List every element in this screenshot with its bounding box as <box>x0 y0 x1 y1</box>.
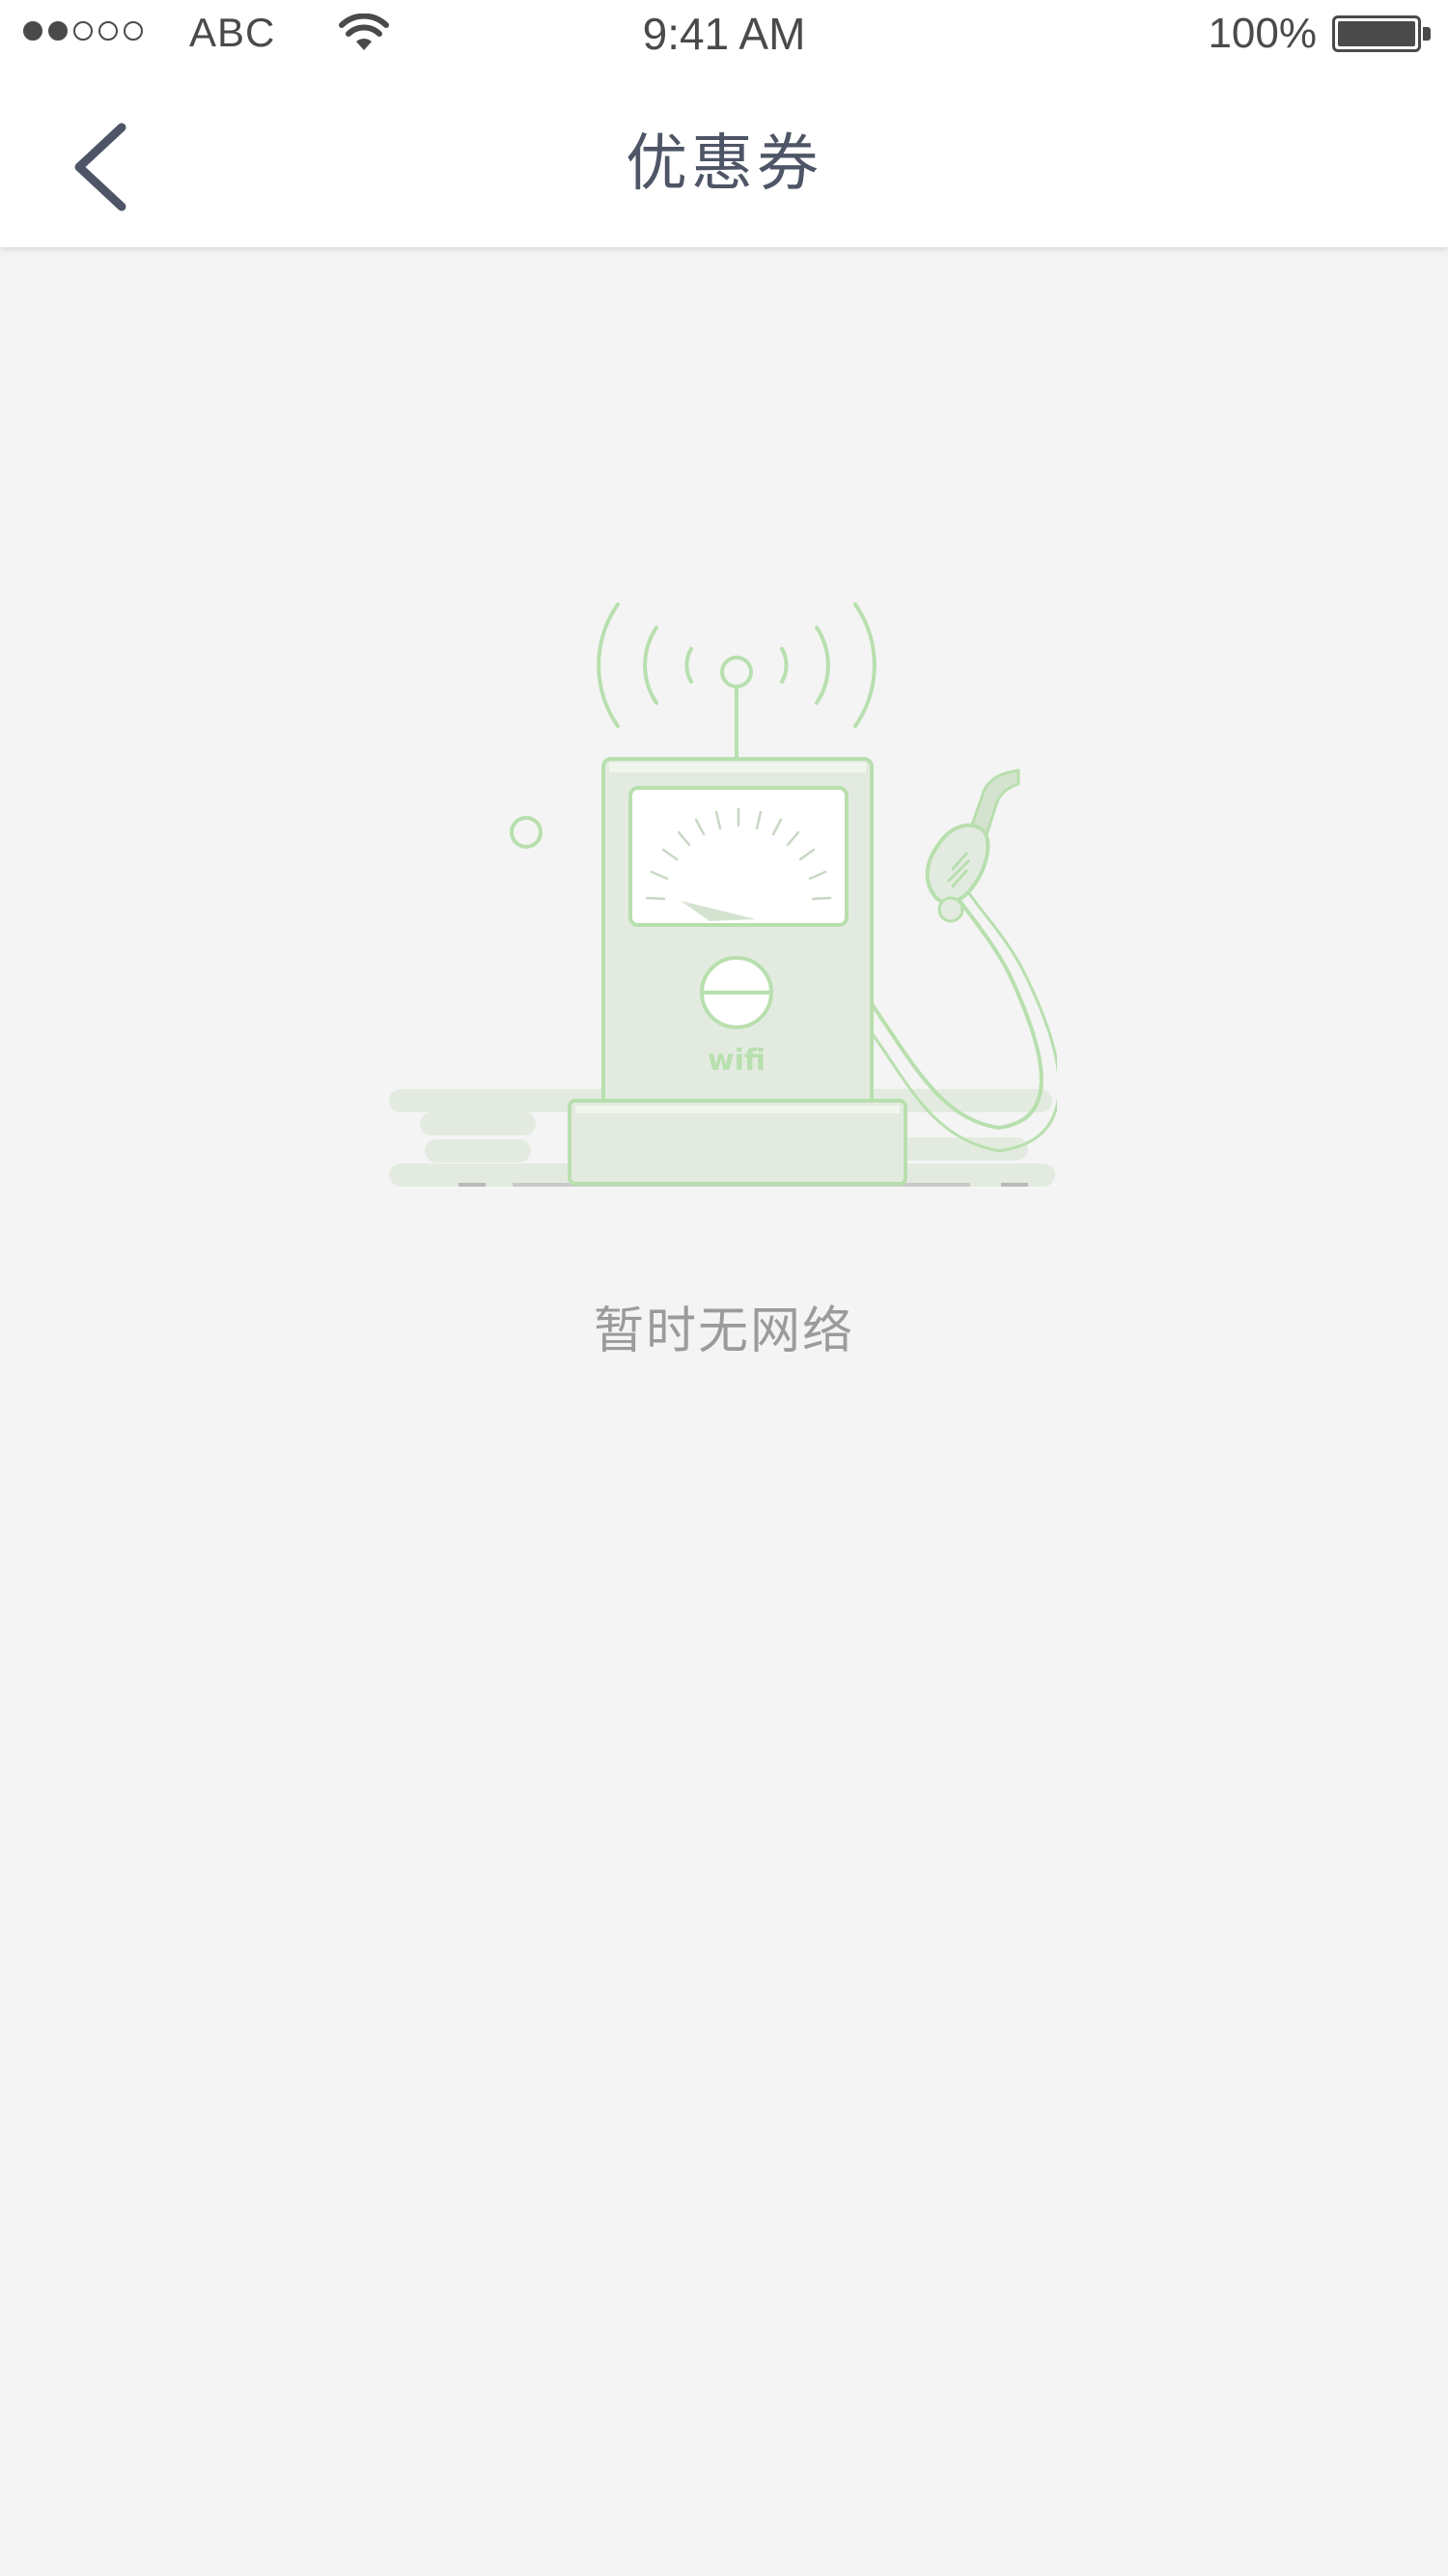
battery-cap <box>1423 27 1431 41</box>
battery-icon <box>1332 15 1421 52</box>
antenna <box>720 656 753 759</box>
empty-state-message: 暂时无网络 <box>593 1302 854 1360</box>
no-network-illustration: wifi <box>389 602 1057 1187</box>
pump-base <box>568 1099 907 1186</box>
illustration-label: wifi <box>708 1044 766 1078</box>
gauge-icon <box>628 786 849 927</box>
status-bar: ABC 9:41 AM 100% <box>0 0 1448 68</box>
pump-dial <box>700 956 773 1029</box>
page-title: 优惠券 <box>626 128 822 200</box>
navigation-header: ABC 9:41 AM 100% 优惠券 <box>0 0 1448 247</box>
small-circle-decoration <box>510 816 543 849</box>
battery-percentage: 100% <box>1208 10 1317 57</box>
